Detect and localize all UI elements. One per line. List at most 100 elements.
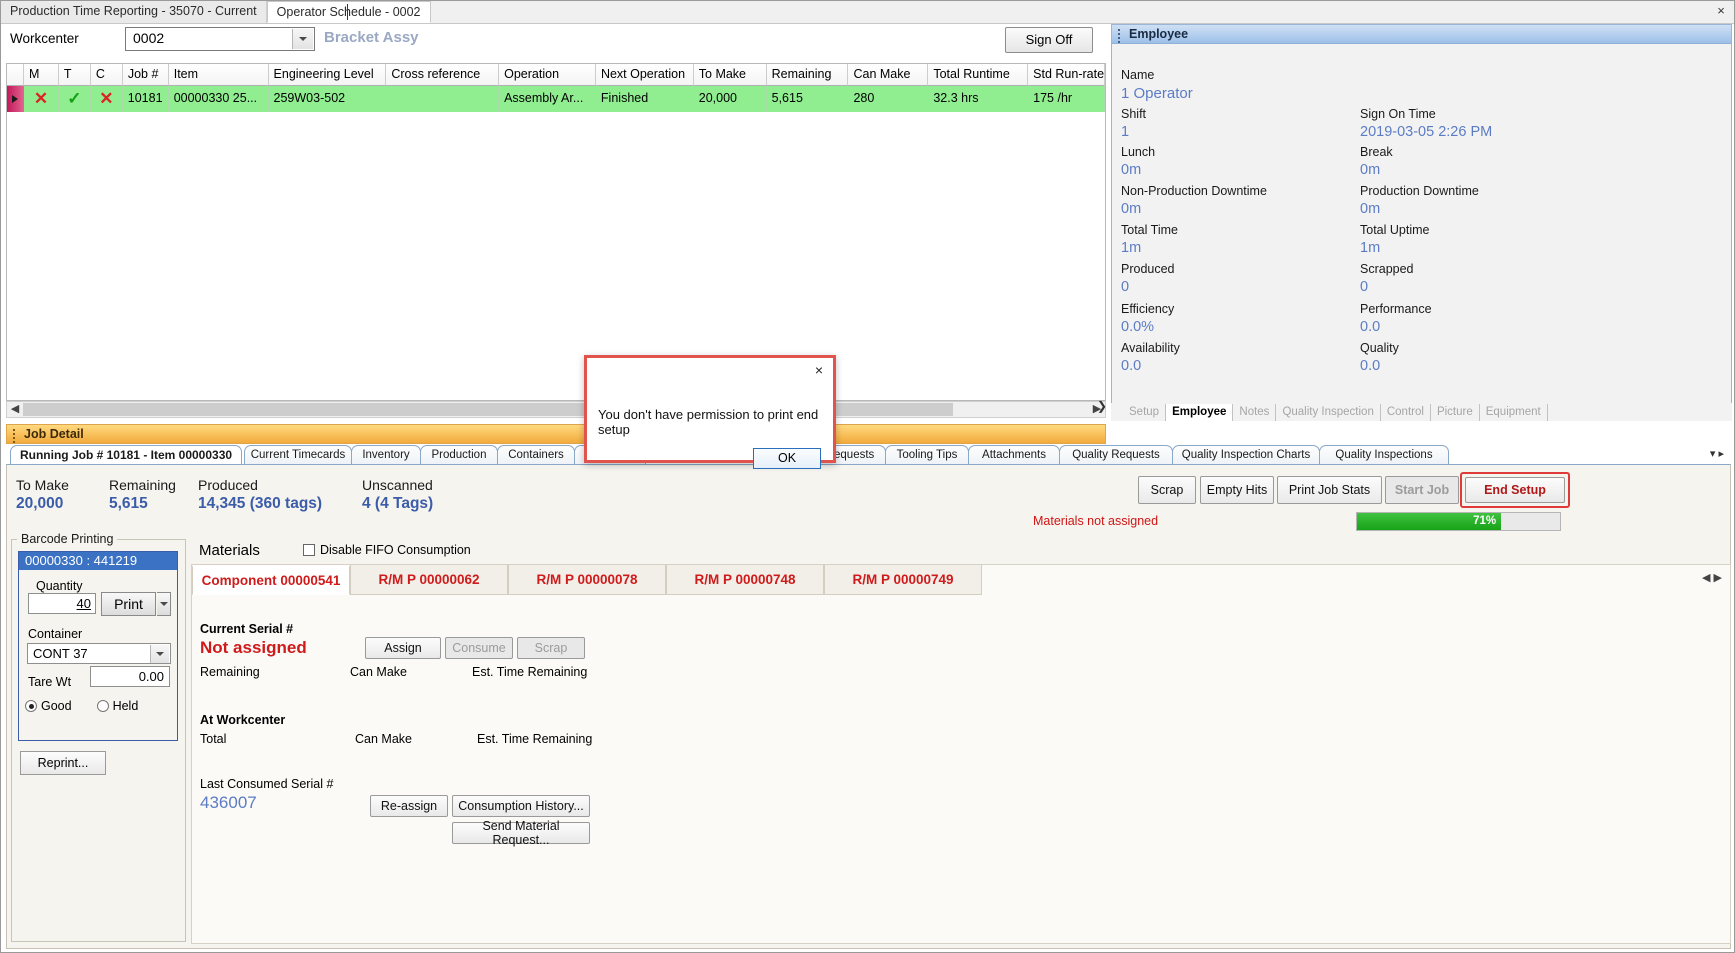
start-job-button: Start Job: [1385, 476, 1459, 504]
re-assign-button[interactable]: Re-assign: [370, 795, 448, 817]
sign-off-button[interactable]: Sign Off: [1005, 27, 1093, 53]
field-label-shift: Shift: [1121, 107, 1147, 121]
materials-tab-prev-icon[interactable]: ◀: [1702, 572, 1710, 584]
grid-col-c[interactable]: C: [90, 64, 123, 86]
grid-col-remaining[interactable]: Remaining: [766, 64, 849, 86]
print-button[interactable]: Print: [101, 592, 156, 616]
cell-operation: Assembly Ar...: [499, 86, 596, 112]
tab-next-icon[interactable]: ▸: [1718, 448, 1724, 460]
text-caret: [347, 4, 348, 20]
materials-panel: Component 00000541 R/M P 00000062 R/M P …: [191, 564, 1731, 944]
stat-value-to-make: 20,000: [16, 495, 64, 512]
container-label: Container: [28, 627, 83, 641]
dialog-close-icon[interactable]: ×: [811, 363, 827, 379]
disable-fifo-checkbox[interactable]: [303, 544, 315, 556]
tab-employee[interactable]: Employee: [1166, 404, 1234, 421]
field-label-lunch: Lunch: [1121, 145, 1156, 159]
tab-tooling-tips[interactable]: Tooling Tips: [885, 445, 969, 465]
reprint-button[interactable]: Reprint...: [20, 751, 106, 775]
workcenter-select[interactable]: 0002: [125, 27, 315, 51]
material-tab-component-00000541[interactable]: Component 00000541: [192, 565, 350, 595]
chevron-down-icon[interactable]: [292, 29, 313, 49]
material-tab-rm-00000078[interactable]: R/M P 00000078: [508, 565, 666, 595]
grid-col-std-run-rate[interactable]: Std Run-rate: [1028, 64, 1105, 86]
radio-held-icon[interactable]: [96, 700, 109, 712]
radio-good[interactable]: Good: [25, 699, 72, 713]
cell-c-flag-icon[interactable]: ✕: [91, 86, 123, 112]
grid-col-m[interactable]: M: [23, 64, 59, 86]
table-row[interactable]: ✕ ✓ ✕ 10181 00000330 25... 259W03-502 As…: [7, 86, 1105, 112]
quantity-label: Quantity: [36, 579, 83, 593]
chevron-down-icon[interactable]: [150, 645, 169, 663]
grid-col-can-make[interactable]: Can Make: [848, 64, 929, 86]
grid-col-next-operation[interactable]: Next Operation: [595, 64, 694, 86]
can-make-label: Can Make: [350, 665, 407, 679]
materials-tab-next-icon[interactable]: ▶: [1714, 572, 1722, 584]
tab-setup[interactable]: Setup: [1123, 404, 1167, 421]
grid-col-job[interactable]: Job #: [122, 64, 169, 86]
container-select[interactable]: CONT 37: [27, 643, 171, 664]
material-tab-rm-00000748[interactable]: R/M P 00000748: [666, 565, 824, 595]
grid-col-item[interactable]: Item: [168, 64, 269, 86]
grid-col-operation[interactable]: Operation: [499, 64, 596, 86]
tab-production[interactable]: Production: [420, 445, 498, 465]
est-time-remaining-label: Est. Time Remaining: [472, 665, 588, 679]
tab-picture[interactable]: Picture: [1431, 404, 1480, 421]
tab-running-job[interactable]: Running Job # 10181 - Item 00000330: [10, 445, 242, 465]
field-label-availability: Availability: [1121, 341, 1180, 355]
tab-quality-inspection[interactable]: Quality Inspection: [1276, 404, 1381, 421]
field-label-break: Break: [1360, 145, 1393, 159]
employee-panel-title-text: Employee: [1129, 27, 1189, 41]
grid-col-cross-reference[interactable]: Cross reference: [386, 64, 500, 86]
row-selector-icon[interactable]: [7, 86, 24, 112]
job-detail-header: Job Detail: [6, 424, 1106, 444]
close-icon[interactable]: ×: [1712, 4, 1730, 20]
tab-equipment[interactable]: Equipment: [1480, 404, 1548, 421]
cell-m-flag-icon[interactable]: ✕: [24, 86, 59, 112]
scrap-button[interactable]: Scrap: [1138, 476, 1196, 504]
grid-expand-right-icon[interactable]: ❯: [1097, 399, 1107, 413]
grid-col-engineering-level[interactable]: Engineering Level: [268, 64, 387, 86]
material-tab-rm-00000749[interactable]: R/M P 00000749: [824, 565, 982, 595]
radio-good-icon[interactable]: [25, 700, 37, 712]
grid-col-t[interactable]: T: [58, 64, 91, 86]
grid-col-total-runtime[interactable]: Total Runtime: [928, 64, 1029, 86]
grid-col-to-make[interactable]: To Make: [693, 64, 767, 86]
grid-horizontal-scrollbar[interactable]: ◀ ▶: [6, 401, 1106, 418]
tab-collapse-icon[interactable]: ▾: [1710, 448, 1716, 460]
quantity-input-value: 40: [76, 596, 91, 611]
tab-notes[interactable]: Notes: [1233, 404, 1277, 421]
empty-hits-button[interactable]: Empty Hits: [1200, 476, 1274, 504]
assign-button[interactable]: Assign: [365, 637, 441, 659]
stat-value-unscanned: 4 (4 Tags): [362, 495, 434, 512]
quantity-input[interactable]: 40: [28, 593, 96, 614]
tab-quality-inspection-charts[interactable]: Quality Inspection Charts: [1172, 445, 1320, 465]
print-dropdown-icon[interactable]: [157, 592, 171, 616]
job-detail-header-text: Job Detail: [24, 427, 84, 441]
window-tab-operator-schedule[interactable]: Operator Schedule - 0002: [266, 1, 431, 23]
tab-quality-requests[interactable]: Quality Requests: [1059, 445, 1173, 465]
consumption-history-button[interactable]: Consumption History...: [452, 795, 590, 817]
tab-containers[interactable]: Containers: [497, 445, 575, 465]
tab-attachments[interactable]: Attachments: [968, 445, 1060, 465]
print-job-stats-button[interactable]: Print Job Stats: [1277, 476, 1382, 504]
send-material-request-button[interactable]: Send Material Request...: [452, 819, 590, 847]
material-tab-rm-00000062[interactable]: R/M P 00000062: [350, 565, 508, 595]
field-value-production-downtime: 0m: [1360, 201, 1381, 217]
container-select-value: CONT 37: [33, 646, 88, 661]
tab-current-timecards[interactable]: Current Timecards: [244, 445, 352, 465]
dialog-ok-button[interactable]: OK: [753, 448, 821, 469]
window-tab-production-time-reporting[interactable]: Production Time Reporting - 35070 - Curr…: [1, 1, 267, 23]
at-workcenter-est-time-label: Est. Time Remaining: [477, 732, 593, 746]
field-label-total-uptime: Total Uptime: [1360, 223, 1430, 237]
tab-inventory[interactable]: Inventory: [351, 445, 421, 465]
scroll-left-icon[interactable]: ◀: [7, 402, 23, 417]
cell-t-check-icon[interactable]: ✓: [59, 86, 91, 112]
radio-held[interactable]: Held: [96, 699, 138, 713]
tab-quality-inspections[interactable]: Quality Inspections: [1319, 445, 1449, 465]
field-label-sign-on-time: Sign On Time: [1360, 107, 1436, 121]
tab-control[interactable]: Control: [1381, 404, 1431, 421]
materials-tab-scroll-icons[interactable]: ◀ ▶: [1702, 571, 1722, 584]
job-detail-tab-overflow-icons[interactable]: ▾ ▸: [1710, 447, 1724, 460]
tare-weight-input[interactable]: 0.00: [90, 666, 170, 687]
